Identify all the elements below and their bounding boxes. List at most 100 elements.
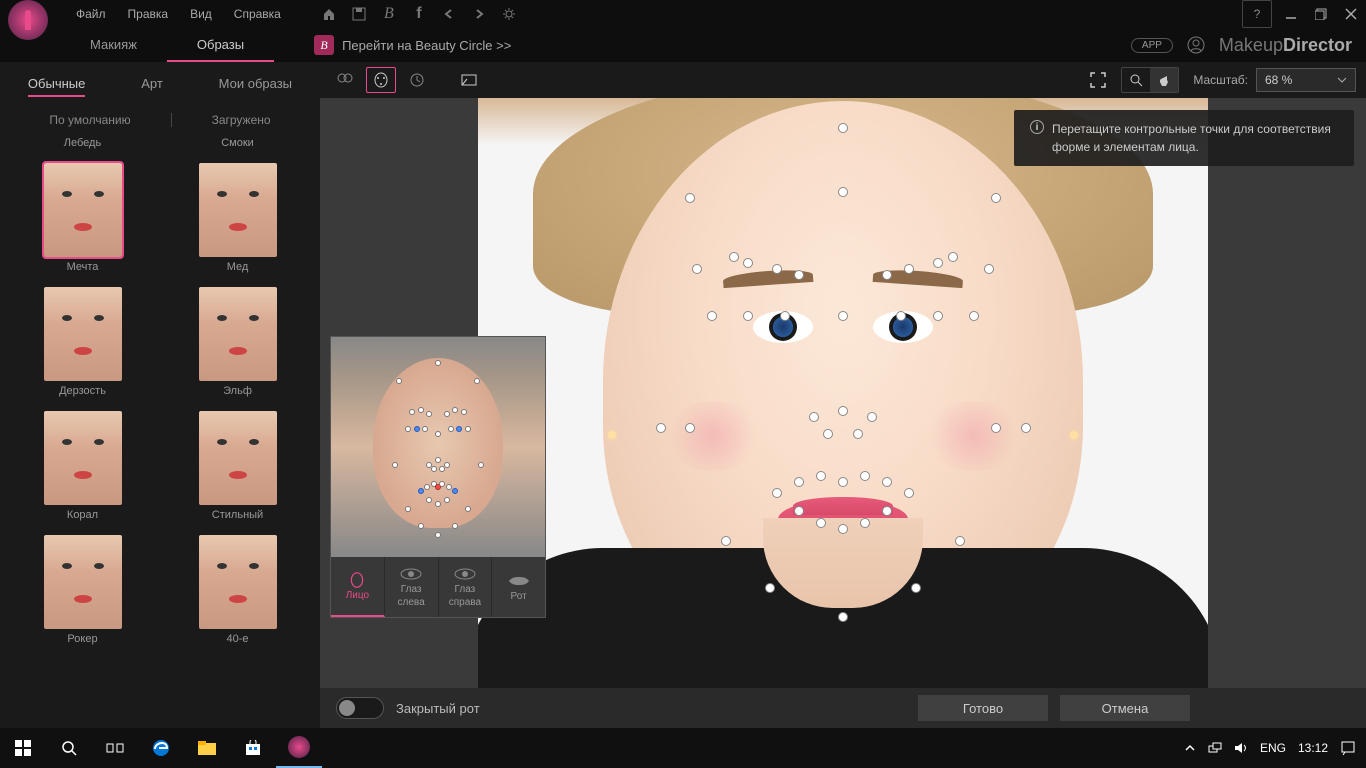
network-icon[interactable]: [1208, 741, 1222, 755]
menu-edit[interactable]: Правка: [128, 7, 169, 21]
look-item[interactable]: Стильный: [199, 411, 277, 521]
menu-view[interactable]: Вид: [190, 7, 212, 21]
language-indicator[interactable]: ENG: [1260, 741, 1286, 755]
facebook-icon[interactable]: f: [411, 6, 427, 22]
volume-icon[interactable]: [1234, 741, 1248, 755]
control-point[interactable]: [882, 270, 892, 280]
control-point[interactable]: [853, 429, 863, 439]
done-button[interactable]: Готово: [918, 695, 1048, 721]
look-item[interactable]: Рокер: [44, 535, 122, 645]
zoom-icon[interactable]: [1122, 68, 1150, 92]
control-point[interactable]: [838, 524, 848, 534]
filter-default[interactable]: По умолчанию: [49, 113, 130, 127]
control-point[interactable]: [685, 423, 695, 433]
control-point[interactable]: [794, 477, 804, 487]
sidetab-art[interactable]: Арт: [141, 72, 163, 97]
control-point[interactable]: [882, 506, 892, 516]
minitab-face[interactable]: Лицо: [331, 557, 385, 617]
control-point[interactable]: [794, 270, 804, 280]
control-point[interactable]: [772, 264, 782, 274]
control-point[interactable]: [904, 488, 914, 498]
clock[interactable]: 13:12: [1298, 741, 1328, 755]
control-point[interactable]: [882, 477, 892, 487]
control-point[interactable]: [838, 477, 848, 487]
control-point[interactable]: [838, 612, 848, 622]
canvas[interactable]: i Перетащите контрольные точки для соотв…: [320, 98, 1366, 688]
look-item[interactable]: Смоки: [221, 137, 254, 149]
control-point[interactable]: [991, 423, 1001, 433]
control-point[interactable]: [816, 471, 826, 481]
control-point[interactable]: [991, 193, 1001, 203]
look-item[interactable]: Мечта: [44, 163, 122, 273]
beauty-icon[interactable]: B: [381, 6, 397, 22]
compare-tool-icon[interactable]: [454, 67, 484, 93]
account-icon[interactable]: [1187, 36, 1205, 54]
save-icon[interactable]: [351, 6, 367, 22]
tab-makeup[interactable]: Макияж: [60, 29, 167, 62]
control-point[interactable]: [816, 518, 826, 528]
control-point[interactable]: [933, 311, 943, 321]
control-point[interactable]: [969, 311, 979, 321]
explorer-icon[interactable]: [184, 728, 230, 768]
control-point[interactable]: [743, 311, 753, 321]
control-point[interactable]: [765, 583, 775, 593]
control-point[interactable]: [911, 583, 921, 593]
control-point[interactable]: [794, 506, 804, 516]
look-item[interactable]: Эльф: [199, 287, 277, 397]
mini-image[interactable]: [331, 337, 545, 557]
filter-downloaded[interactable]: Загружено: [212, 113, 271, 127]
control-point[interactable]: [904, 264, 914, 274]
history-tool-icon[interactable]: [402, 67, 432, 93]
closed-mouth-toggle[interactable]: [336, 697, 384, 719]
control-point[interactable]: [948, 252, 958, 262]
control-point[interactable]: [933, 258, 943, 268]
minimize-button[interactable]: [1276, 0, 1306, 28]
menu-help[interactable]: Справка: [234, 7, 281, 21]
control-point[interactable]: [838, 406, 848, 416]
control-point[interactable]: [896, 311, 906, 321]
control-point[interactable]: [772, 488, 782, 498]
help-button[interactable]: ?: [1242, 0, 1272, 28]
home-icon[interactable]: [321, 6, 337, 22]
menu-file[interactable]: Файл: [76, 7, 106, 21]
faces-tool-icon[interactable]: [330, 67, 360, 93]
maximize-button[interactable]: [1306, 0, 1336, 28]
control-point[interactable]: [860, 471, 870, 481]
sidetab-mylooks[interactable]: Мои образы: [219, 72, 292, 97]
close-button[interactable]: [1336, 0, 1366, 28]
pan-icon[interactable]: [1150, 68, 1178, 92]
control-point[interactable]: [823, 429, 833, 439]
minitab-mouth[interactable]: Рот: [492, 557, 545, 617]
start-button[interactable]: [0, 728, 46, 768]
control-point[interactable]: [838, 187, 848, 197]
control-point[interactable]: [1021, 423, 1031, 433]
control-point[interactable]: [860, 518, 870, 528]
search-icon[interactable]: [46, 728, 92, 768]
control-point[interactable]: [729, 252, 739, 262]
minitab-eye-right[interactable]: Глазсправа: [439, 557, 493, 617]
beauty-circle-link[interactable]: B Перейти на Beauty Circle >>: [314, 35, 511, 55]
edge-icon[interactable]: [138, 728, 184, 768]
fullscreen-icon[interactable]: [1083, 67, 1113, 93]
app-badge[interactable]: APP: [1131, 38, 1173, 53]
control-point[interactable]: [743, 258, 753, 268]
zoom-select[interactable]: 68 %: [1256, 68, 1356, 92]
control-point[interactable]: [685, 193, 695, 203]
control-point[interactable]: [838, 123, 848, 133]
control-point[interactable]: [780, 311, 790, 321]
tray-chevron-icon[interactable]: [1184, 742, 1196, 754]
control-point[interactable]: [721, 536, 731, 546]
control-point[interactable]: [838, 311, 848, 321]
tab-looks[interactable]: Образы: [167, 29, 274, 62]
minitab-eye-left[interactable]: Глазслева: [385, 557, 439, 617]
notifications-icon[interactable]: [1340, 740, 1356, 756]
task-view-icon[interactable]: [92, 728, 138, 768]
control-point[interactable]: [692, 264, 702, 274]
control-point[interactable]: [984, 264, 994, 274]
look-item[interactable]: Лебедь: [64, 137, 101, 149]
settings-icon[interactable]: [501, 6, 517, 22]
control-point[interactable]: [707, 311, 717, 321]
look-item[interactable]: Мед: [199, 163, 277, 273]
redo-icon[interactable]: [471, 6, 487, 22]
undo-icon[interactable]: [441, 6, 457, 22]
